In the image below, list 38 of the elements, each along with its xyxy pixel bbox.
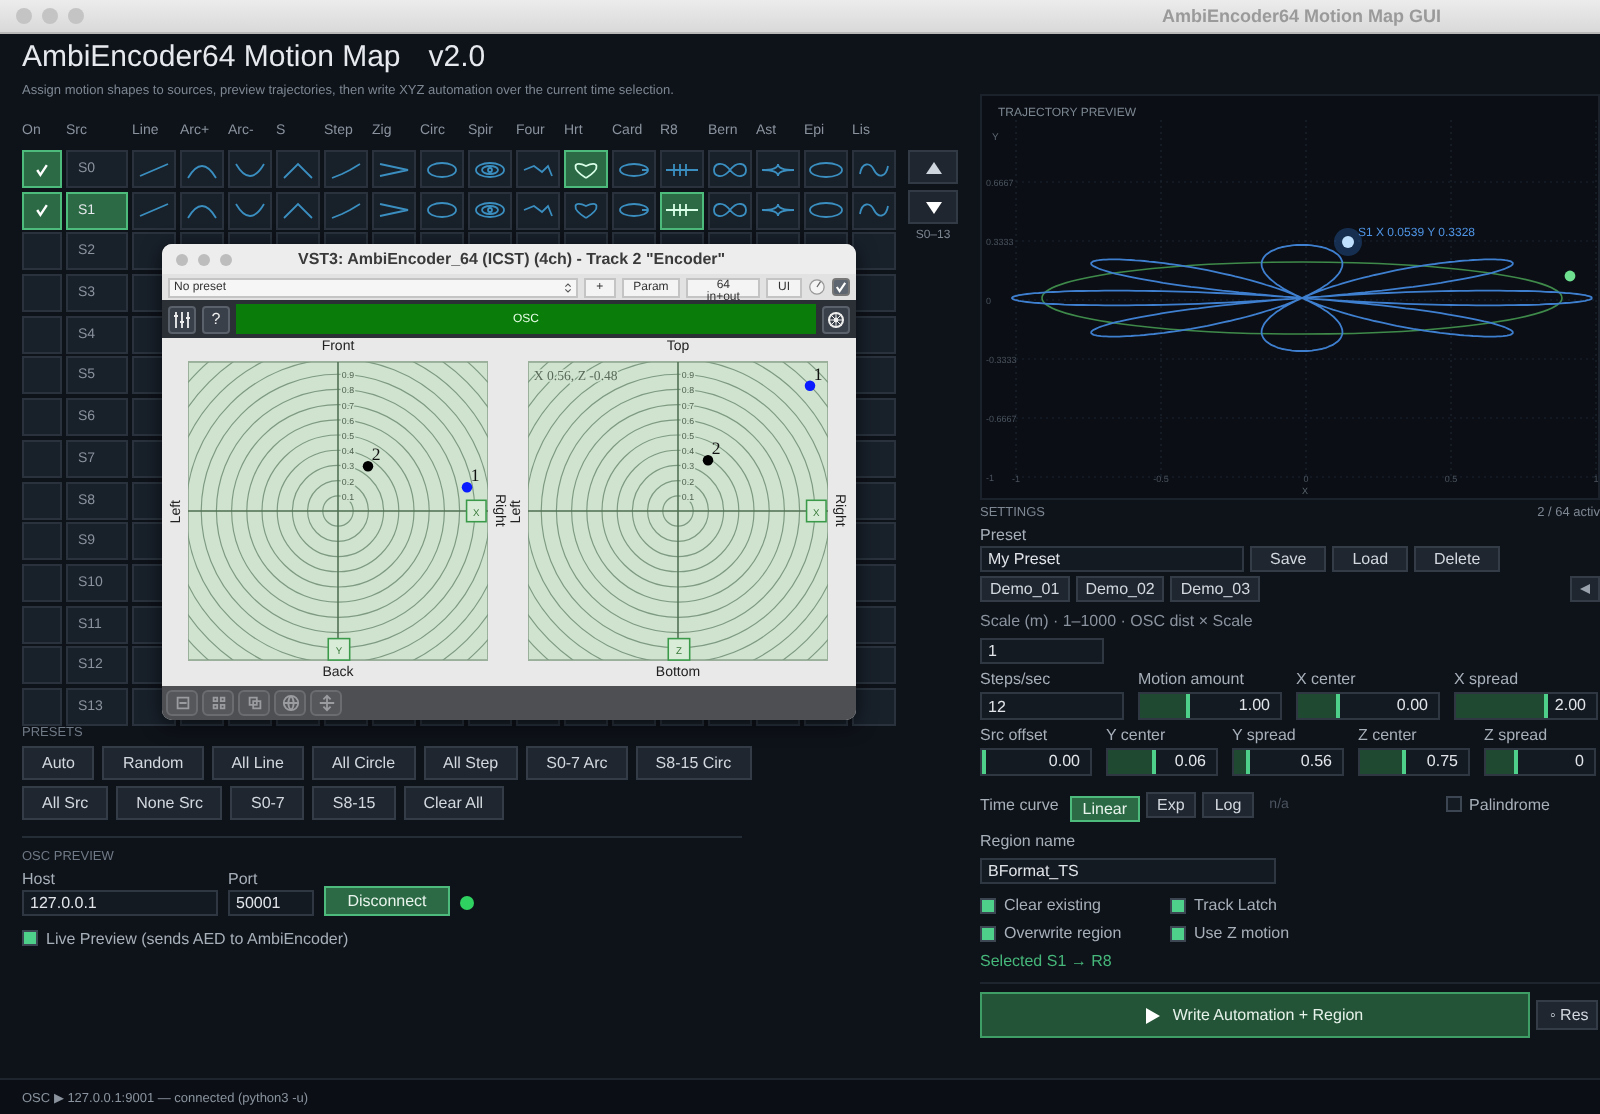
slider-value: 0.00 (1048, 752, 1080, 770)
checkbox-label: Track Latch (1194, 896, 1277, 914)
field-label: Time curve (980, 795, 1059, 813)
slider-label: X spread (1454, 670, 1521, 688)
field-label: Scale (m) · 1–1000 · OSC dist × Scale (980, 612, 1255, 630)
slider-value: 0.06 (1174, 752, 1206, 770)
checkbox-label: Clear existing (1004, 896, 1101, 914)
field-label: Port (228, 869, 260, 888)
slider-label: Y spread (1232, 726, 1298, 744)
slider-value: 0.75 (1426, 752, 1458, 770)
checkbox-label: Live Preview (sends AED to AmbiEncoder) (46, 929, 349, 948)
source-number: 1 (813, 363, 823, 384)
app-title: AmbiEncoder64 Motion Map (22, 40, 401, 74)
slider-value: 0.56 (1300, 752, 1332, 770)
slider-label: Src offset (980, 726, 1050, 744)
slider-label: X center (1296, 670, 1358, 688)
field-label: Host (22, 869, 57, 888)
source-number: 2 (711, 438, 721, 459)
selection-summary: Selected S1 → R8 (980, 952, 1114, 970)
slider-value: 0 (1575, 752, 1584, 770)
field-label: Preset (980, 526, 1029, 544)
slider-label: Motion amount (1138, 670, 1246, 688)
checkbox-label: Palindrome (1469, 795, 1550, 813)
slider-value: 0.00 (1396, 696, 1428, 714)
window-title: AmbiEncoder64 Motion Map GUI (1162, 6, 1442, 26)
slider-value: 2.00 (1554, 696, 1586, 714)
checkbox-label: Overwrite region (1004, 924, 1122, 942)
field-label: Region name (980, 832, 1078, 850)
field-label: Steps/sec (980, 670, 1053, 688)
source-number: 1 (470, 465, 480, 486)
checkbox-label: Use Z motion (1194, 924, 1290, 942)
slider-label: Z center (1358, 726, 1419, 744)
window-title: VST3: AmbiEncoder_64 (ICST) (4ch) - Track 2 "Encoder" (298, 250, 726, 268)
version-label: v2.0 (428, 40, 486, 74)
slider-label: Y center (1106, 726, 1168, 744)
slider-value: 1.00 (1238, 696, 1270, 714)
slider-label: Z spread (1484, 726, 1550, 744)
source-number: 2 (371, 444, 381, 465)
